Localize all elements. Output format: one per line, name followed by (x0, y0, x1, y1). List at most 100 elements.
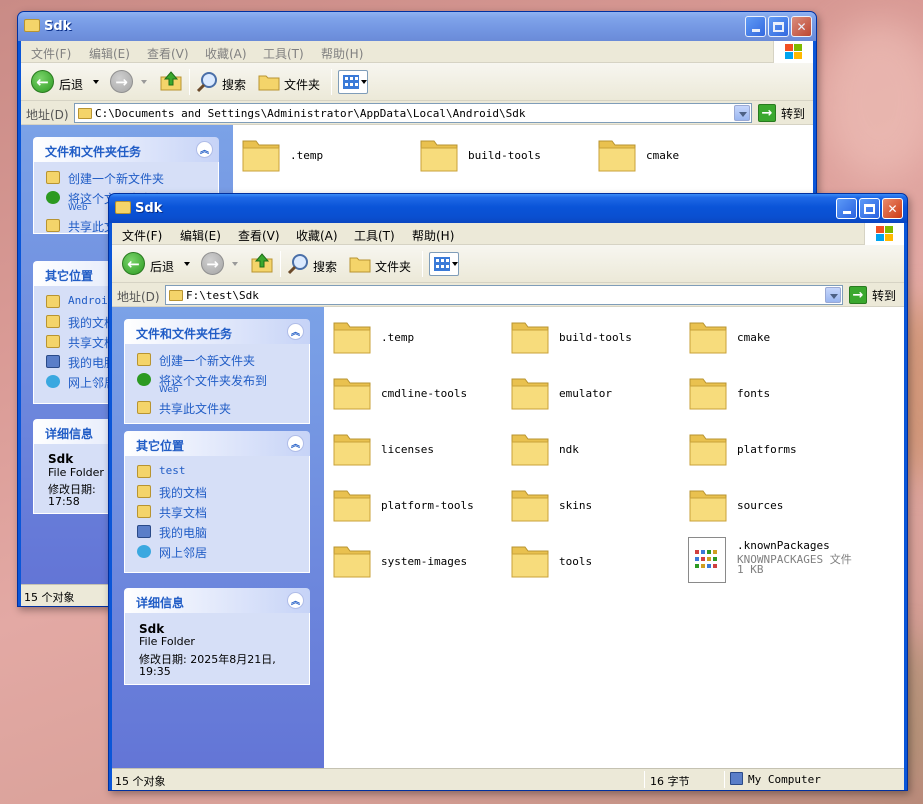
search-label[interactable]: 搜索 (313, 258, 337, 275)
back-dropdown-icon[interactable] (184, 262, 190, 266)
menu-view[interactable]: 查看(V) (238, 227, 280, 244)
collapse-chevron-icon[interactable]: ︽ (287, 323, 304, 340)
minimize-icon (751, 29, 760, 32)
folder-name: emulator (559, 387, 612, 400)
address-input[interactable]: C:\Documents and Settings\Administrator\… (74, 103, 752, 123)
close-button[interactable]: ✕ (791, 16, 812, 37)
standard-toolbar: ← 后退 → 搜索 文件夹 (112, 245, 904, 283)
panel-header[interactable]: 文件和文件夹任务 ︽ (33, 137, 219, 162)
menu-tools[interactable]: 工具(T) (354, 227, 395, 244)
collapse-chevron-icon[interactable]: ︽ (196, 141, 213, 158)
folder-item[interactable]: build-tools (510, 317, 680, 367)
menu-edit[interactable]: 编辑(E) (180, 227, 221, 244)
back-dropdown-icon[interactable] (93, 80, 99, 84)
back-label[interactable]: 后退 (150, 258, 174, 275)
menu-file[interactable]: 文件(F) (31, 45, 71, 62)
folder-item[interactable]: system-images (332, 541, 502, 591)
forward-button[interactable]: → (201, 252, 224, 275)
forward-dropdown-icon[interactable] (232, 262, 238, 266)
menu-file[interactable]: 文件(F) (122, 227, 162, 244)
folder-name: .temp (381, 331, 415, 344)
address-dropdown-button[interactable] (825, 287, 841, 303)
views-button[interactable] (429, 252, 459, 276)
folder-item[interactable]: cmake (597, 135, 767, 185)
back-label[interactable]: 后退 (59, 76, 83, 93)
place-label: 我的文档 (159, 486, 208, 500)
folder-item[interactable]: platform-tools (332, 485, 502, 535)
folder-item[interactable]: build-tools (419, 135, 589, 185)
minimize-button[interactable] (836, 198, 857, 219)
maximize-icon (773, 21, 784, 32)
folder-item[interactable]: tools (510, 541, 680, 591)
folder-item[interactable]: ndk (510, 429, 680, 479)
collapse-chevron-icon[interactable]: ︽ (287, 435, 304, 452)
folder-name: cmdline-tools (381, 387, 468, 400)
menu-help[interactable]: 帮助(H) (321, 45, 363, 62)
network-icon (46, 375, 60, 388)
maximize-button[interactable] (859, 198, 880, 219)
minimize-button[interactable] (745, 16, 766, 37)
forward-dropdown-icon[interactable] (141, 80, 147, 84)
folder-icon (333, 378, 371, 410)
address-bar: 地址(D) C:\Documents and Settings\Administ… (21, 101, 813, 125)
explorer-window-front[interactable]: Sdk ✕ 文件(F) 编辑(E) 查看(V) 收藏(A) 工具(T) 帮助(H… (108, 193, 908, 791)
folder-item[interactable]: emulator (510, 373, 680, 423)
panel-header[interactable]: 详细信息 ︽ (124, 588, 310, 613)
folder-icon (333, 490, 371, 522)
content-area: 文件和文件夹任务 ︽ 创建一个新文件夹 将这个文件夹发布到 Web (112, 307, 904, 768)
folder-name: skins (559, 499, 593, 512)
folder-icon (511, 378, 549, 410)
go-label: 转到 (872, 289, 897, 303)
folder-item[interactable]: sources (688, 485, 858, 535)
close-button[interactable]: ✕ (882, 198, 903, 219)
panel-header[interactable]: 文件和文件夹任务 ︽ (124, 319, 310, 344)
folders-label[interactable]: 文件夹 (284, 76, 320, 93)
address-input[interactable]: F:\test\Sdk (165, 285, 843, 305)
folder-icon (511, 546, 549, 578)
folder-item[interactable]: platforms (688, 429, 858, 479)
detail-modified-time: 19:35 (139, 665, 171, 678)
folder-name: ndk (559, 443, 579, 456)
collapse-chevron-icon[interactable]: ︽ (287, 592, 304, 609)
folders-icon[interactable] (258, 73, 280, 91)
go-button[interactable]: → 转到 (849, 285, 904, 305)
views-button[interactable] (338, 70, 368, 94)
panel-header[interactable]: 其它位置 ︽ (124, 431, 310, 456)
menu-favorites[interactable]: 收藏(A) (205, 45, 247, 62)
address-dropdown-button[interactable] (734, 105, 750, 121)
maximize-button[interactable] (768, 16, 789, 37)
address-path[interactable]: F:\test\Sdk (186, 289, 259, 302)
up-folder-icon[interactable] (251, 253, 273, 273)
address-path[interactable]: C:\Documents and Settings\Administrator\… (95, 107, 525, 120)
menu-help[interactable]: 帮助(H) (412, 227, 454, 244)
status-size: 16 字节 (650, 775, 690, 788)
forward-button[interactable]: → (110, 70, 133, 93)
search-label[interactable]: 搜索 (222, 76, 246, 93)
go-button[interactable]: → 转到 (758, 103, 813, 123)
folder-name: platform-tools (381, 499, 474, 512)
folder-item[interactable]: .temp (332, 317, 502, 367)
views-dropdown-icon (452, 262, 458, 266)
back-button[interactable]: ← (31, 70, 54, 93)
search-icon[interactable] (287, 253, 309, 275)
folders-label[interactable]: 文件夹 (375, 258, 411, 275)
shared-documents-icon (46, 335, 60, 348)
folder-item[interactable]: cmake (688, 317, 858, 367)
up-folder-icon[interactable] (160, 71, 182, 91)
known-packages-file[interactable]: .knownPackages KNOWNPACKAGES 文件 1 KB (688, 537, 858, 587)
title-bar[interactable]: Sdk ✕ (18, 12, 816, 41)
menu-favorites[interactable]: 收藏(A) (296, 227, 338, 244)
folder-item[interactable]: fonts (688, 373, 858, 423)
search-icon[interactable] (196, 71, 218, 93)
folder-item[interactable]: .temp (241, 135, 411, 185)
title-bar[interactable]: Sdk ✕ (109, 194, 907, 223)
menu-edit[interactable]: 编辑(E) (89, 45, 130, 62)
menu-view[interactable]: 查看(V) (147, 45, 189, 62)
back-button[interactable]: ← (122, 252, 145, 275)
folder-item[interactable]: cmdline-tools (332, 373, 502, 423)
file-list[interactable]: .knownPackages KNOWNPACKAGES 文件 1 KB .te… (324, 307, 904, 768)
folder-item[interactable]: skins (510, 485, 680, 535)
folder-item[interactable]: licenses (332, 429, 502, 479)
menu-tools[interactable]: 工具(T) (263, 45, 304, 62)
folders-icon[interactable] (349, 255, 371, 273)
